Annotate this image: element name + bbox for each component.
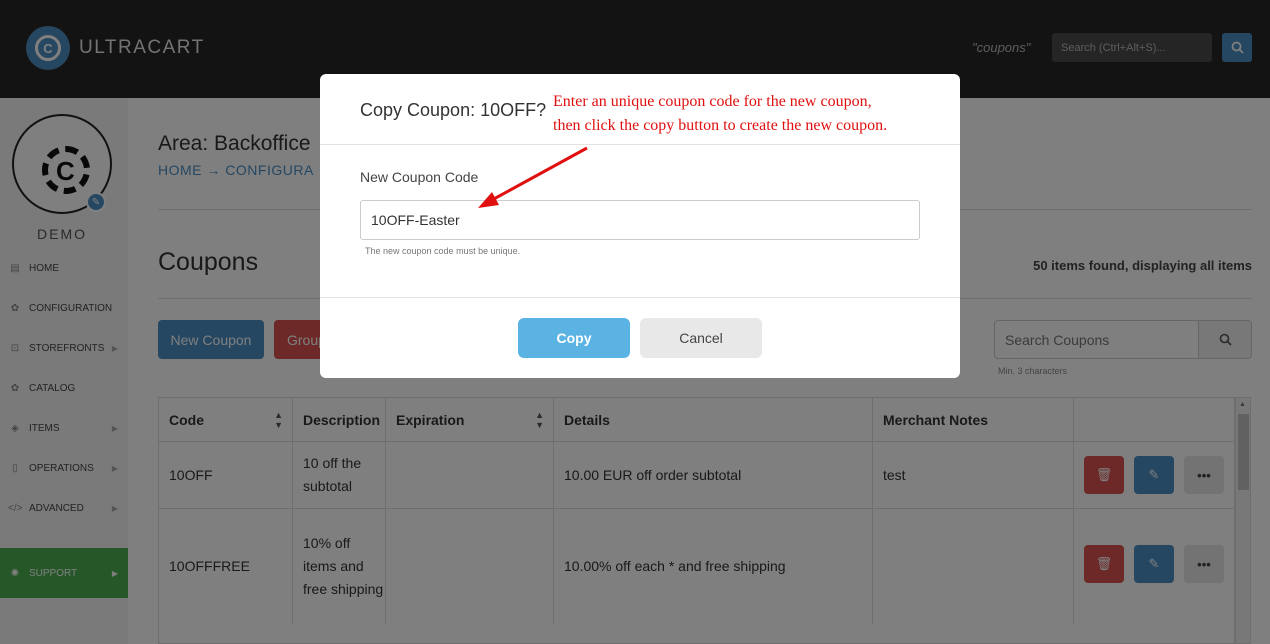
field-help-text: The new coupon code must be unique. <box>365 246 521 256</box>
annotation-line: then click the copy button to create the… <box>553 117 888 134</box>
divider <box>320 297 960 298</box>
instruction-annotation: Enter an unique coupon code for the new … <box>553 90 953 138</box>
new-coupon-code-input[interactable] <box>360 200 920 240</box>
divider <box>320 144 960 145</box>
new-coupon-code-label: New Coupon Code <box>360 169 479 185</box>
copy-button[interactable]: Copy <box>518 318 630 358</box>
annotation-line: Enter an unique coupon code for the new … <box>553 93 872 110</box>
dialog-title: Copy Coupon: 10OFF? <box>360 100 547 120</box>
cancel-button[interactable]: Cancel <box>640 318 762 358</box>
